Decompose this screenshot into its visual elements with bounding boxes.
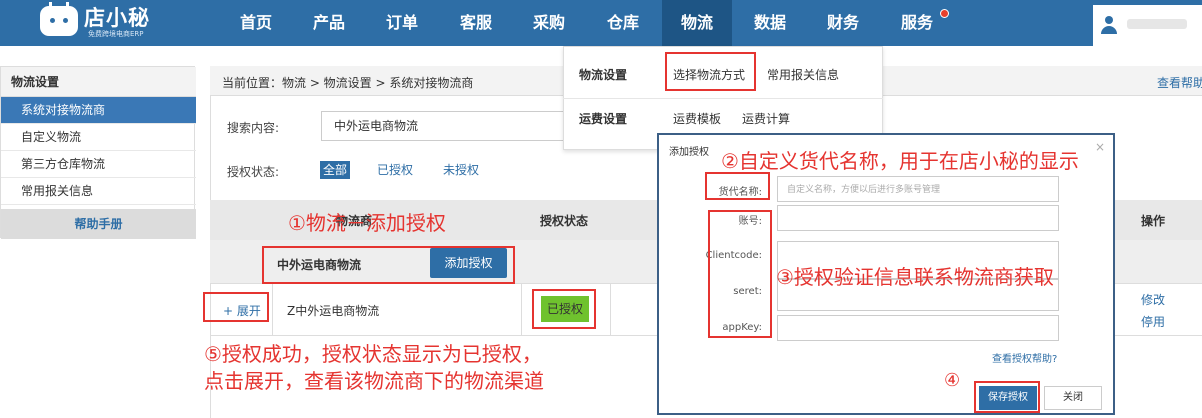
filter-unauthorized[interactable]: 未授权 [440, 161, 482, 179]
auth-help-link[interactable]: 查看授权帮助? [992, 350, 1057, 365]
annotation-box-credentials [708, 210, 772, 338]
sidebar-item-customs-info[interactable]: 常用报关信息 [1, 178, 196, 205]
sidebar-title: 物流设置 [1, 67, 196, 97]
sidebar-item-system-carriers[interactable]: 系统对接物流商 [1, 97, 196, 124]
nav-data[interactable]: 数据 [741, 0, 799, 46]
cell-divider [521, 284, 522, 336]
annotation-box-select-method [665, 52, 756, 91]
annotation-step-5-line1: ⑤授权成功，授权状态显示为已授权， [204, 342, 542, 366]
nav-purchase[interactable]: 采购 [520, 0, 578, 46]
disable-link[interactable]: 停用 [1141, 313, 1165, 330]
sidebar: 物流设置 系统对接物流商 自定义物流 第三方仓库物流 常用报关信息 帮助手册 [0, 66, 196, 239]
nav-logistics[interactable]: 物流 [662, 0, 732, 46]
annotation-step-5-line2: 点击展开，查看该物流商下的物流渠道 [204, 369, 544, 393]
username-blurred [1127, 19, 1187, 29]
nav-orders[interactable]: 订单 [373, 0, 431, 46]
auth-filter-label: 授权状态: [227, 165, 280, 179]
nav-finance[interactable]: 财务 [814, 0, 872, 46]
edit-link[interactable]: 修改 [1141, 291, 1165, 308]
forwarder-placeholder: 自定义名称，方便以后进行多账号管理 [787, 185, 941, 195]
annotation-step-2: ②自定义货代名称，用于在店小秘的显示 [721, 149, 1079, 173]
close-button[interactable]: 关闭 [1044, 386, 1102, 410]
dropdown-link-freight-template[interactable]: 运费模板 [673, 110, 721, 127]
nav-services[interactable]: 服务 [888, 0, 946, 46]
nav-customer-service[interactable]: 客服 [447, 0, 505, 46]
nav-warehouse[interactable]: 仓库 [594, 0, 652, 46]
modal-title: 添加授权 [669, 147, 709, 158]
app-logo[interactable]: 店小秘 免费跨境电商ERP [40, 2, 180, 42]
help-manual-button[interactable]: 帮助手册 [1, 209, 196, 239]
close-icon[interactable]: × [1095, 140, 1105, 154]
notification-dot [940, 9, 949, 18]
app-name: 店小秘 [84, 6, 150, 30]
sidebar-item-custom-logistics[interactable]: 自定义物流 [1, 124, 196, 151]
header-actions: 操作 [1141, 214, 1166, 228]
annotation-step-3: ③授权验证信息联系物流商获取 [776, 265, 1054, 289]
annotation-box-save [974, 381, 1040, 413]
dropdown-heading-freight: 运费设置 [579, 112, 628, 126]
sidebar-item-third-party-warehouse[interactable]: 第三方仓库物流 [1, 151, 196, 178]
user-menu[interactable] [1093, 5, 1202, 46]
annotation-box-add-auth [262, 246, 515, 284]
account-input[interactable] [777, 205, 1059, 231]
filter-authorized[interactable]: 已授权 [374, 161, 416, 179]
app-tagline: 免费跨境电商ERP [88, 30, 144, 38]
dropdown-divider [563, 98, 883, 99]
robot-logo-icon [40, 2, 78, 36]
annotation-step-4: ④ [944, 370, 961, 391]
breadcrumb: 当前位置：物流 > 物流设置 > 系统对接物流商 [222, 76, 474, 90]
annotation-box-forwarder [705, 172, 770, 200]
annotation-box-expand [203, 292, 269, 322]
cell-divider [610, 284, 611, 336]
annotation-box-status [532, 289, 596, 329]
search-label: 搜索内容: [227, 121, 280, 135]
header-auth-status: 授权状态 [540, 214, 589, 228]
view-help-link[interactable]: 查看帮助 [1157, 74, 1202, 91]
nav-products[interactable]: 产品 [300, 0, 358, 46]
nav-home[interactable]: 首页 [227, 0, 285, 46]
dropdown-heading-logistics: 物流设置 [579, 68, 628, 82]
cell-divider [272, 284, 273, 336]
annotation-step-1: ①物流－添加授权 [288, 211, 446, 235]
filter-all[interactable]: 全部 [320, 161, 351, 179]
dropdown-link-freight-calc[interactable]: 运费计算 [742, 110, 790, 127]
appkey-input[interactable] [777, 315, 1059, 341]
user-icon [1101, 16, 1117, 34]
dropdown-link-customs-info[interactable]: 常用报关信息 [767, 66, 839, 83]
carrier-name: Z中外运电商物流 [287, 304, 380, 318]
